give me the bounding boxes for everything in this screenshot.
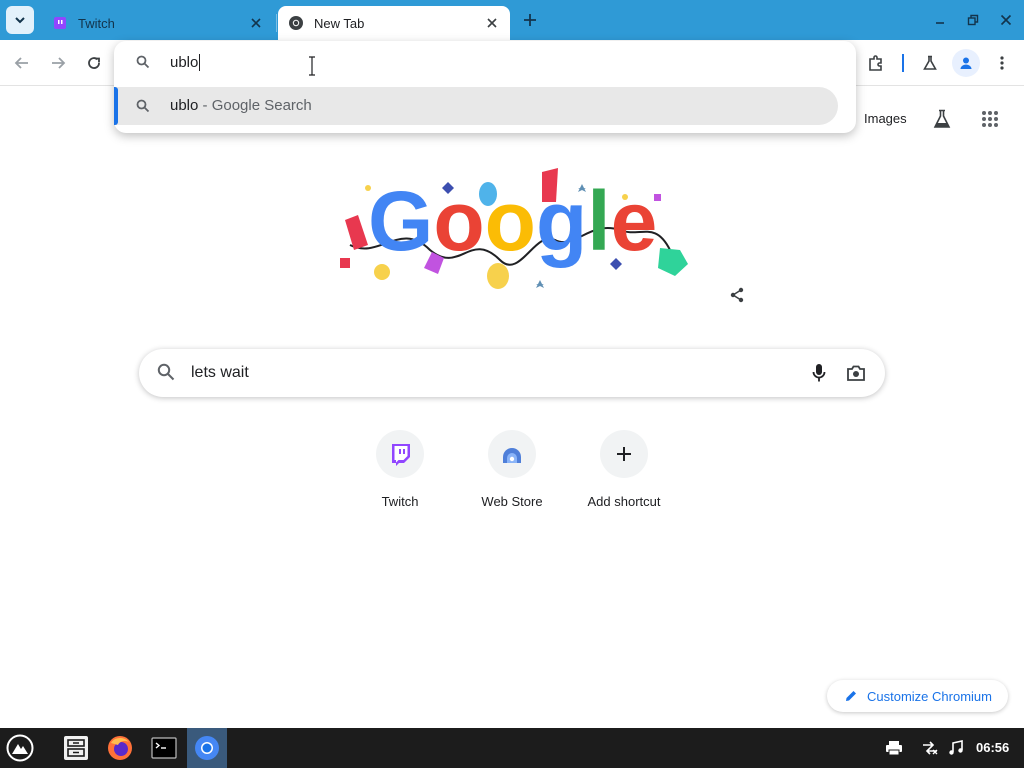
search-input[interactable]: lets wait — [191, 364, 249, 382]
customize-label: Customize Chromium — [867, 688, 992, 704]
add-shortcut-button[interactable]: Add shortcut — [568, 430, 680, 520]
text-cursor — [199, 54, 201, 71]
shortcut-label: Twitch — [381, 494, 419, 509]
launcher-icon — [6, 734, 34, 762]
ibeam-cursor-icon — [308, 56, 316, 81]
doodle-wordmark: Google — [368, 174, 657, 268]
extensions-button[interactable] — [862, 49, 890, 77]
close-icon — [1000, 14, 1012, 26]
microphone-icon — [812, 364, 826, 382]
labs-button[interactable] — [916, 49, 944, 77]
address-input[interactable]: ublo — [170, 54, 201, 71]
reload-icon — [88, 57, 100, 69]
camera-icon — [847, 365, 865, 381]
tab-strip: Twitch New Tab — [0, 0, 1024, 40]
arrow-left-icon — [14, 57, 28, 69]
printer-icon[interactable] — [884, 738, 904, 758]
tab-close-button[interactable] — [246, 13, 266, 33]
search-icon — [136, 99, 150, 118]
close-icon — [251, 18, 261, 28]
system-taskbar: 06:56 — [0, 728, 1024, 768]
taskbar-terminal[interactable] — [144, 728, 184, 768]
file-manager-icon — [64, 736, 88, 760]
forward-button[interactable] — [44, 49, 72, 77]
tab-search-button[interactable] — [6, 6, 34, 34]
minimize-button[interactable] — [928, 8, 952, 32]
tab-twitch[interactable]: Twitch — [42, 6, 274, 40]
tab-divider — [276, 14, 277, 32]
taskbar-chromium[interactable] — [187, 728, 227, 768]
terminal-icon — [151, 737, 177, 759]
new-tab-button[interactable] — [518, 8, 542, 32]
launcher-button[interactable] — [0, 728, 40, 768]
music-note-icon[interactable] — [946, 738, 966, 758]
shortcut-tile — [488, 430, 536, 478]
arrow-right-icon — [52, 57, 66, 69]
selection-indicator — [114, 87, 118, 125]
customize-chromium-button[interactable]: Customize Chromium — [827, 680, 1008, 712]
flask-icon — [933, 109, 951, 128]
voice-search-button[interactable] — [807, 361, 831, 385]
more-vert-icon — [1000, 56, 1004, 70]
restore-button[interactable] — [961, 8, 985, 32]
ntp-search-box[interactable]: lets wait — [139, 349, 885, 397]
google-apps-button[interactable] — [978, 107, 1002, 131]
doodle-art: Google — [340, 168, 688, 289]
webstore-icon — [503, 448, 521, 463]
search-labs-button[interactable] — [930, 107, 954, 131]
shortcut-label: Add shortcut — [587, 494, 661, 509]
shortcut-tile — [600, 430, 648, 478]
taskbar-file-manager[interactable] — [56, 728, 96, 768]
firefox-icon — [108, 736, 132, 760]
twitch-icon — [52, 15, 68, 31]
images-link[interactable]: Images — [864, 111, 907, 126]
chromium-icon — [195, 736, 219, 760]
google-doodle[interactable]: Google — [320, 150, 710, 310]
close-window-button[interactable] — [994, 8, 1018, 32]
image-search-button[interactable] — [844, 361, 868, 385]
chevron-down-icon — [15, 17, 25, 24]
minimize-icon — [936, 22, 944, 24]
taskbar-firefox[interactable] — [100, 728, 140, 768]
shortcut-tile — [376, 430, 424, 478]
back-button[interactable] — [8, 49, 36, 77]
chromium-icon — [288, 15, 304, 31]
apps-grid-icon — [982, 111, 998, 127]
toolbar-separator — [902, 54, 904, 72]
menu-button[interactable] — [988, 49, 1016, 77]
shortcut-label: Web Store — [481, 494, 543, 509]
tab-title: Twitch — [78, 15, 115, 31]
omnibox-suggestion[interactable]: ublo - Google Search — [114, 87, 838, 125]
pencil-icon — [843, 688, 859, 704]
share-doodle-button[interactable] — [727, 285, 747, 305]
search-icon — [136, 55, 150, 74]
twitch-icon — [392, 444, 410, 466]
search-icon — [157, 363, 175, 386]
restore-icon — [967, 14, 979, 26]
tab-new-tab[interactable]: New Tab — [278, 6, 510, 40]
plus-icon — [524, 14, 536, 26]
profile-button[interactable] — [952, 49, 980, 77]
reload-button[interactable] — [80, 49, 108, 77]
address-bar[interactable]: ublo — [114, 41, 856, 85]
shortcut-twitch[interactable]: Twitch — [344, 430, 456, 520]
plus-icon — [617, 447, 631, 461]
omnibox-popup: ublo ublo - Google Search — [114, 41, 856, 133]
tab-title: New Tab — [314, 15, 365, 31]
person-icon — [960, 57, 972, 69]
network-disconnected-icon[interactable] — [920, 738, 940, 758]
close-icon — [487, 18, 497, 28]
share-icon — [730, 287, 744, 303]
suggestion-text: ublo - Google Search — [170, 97, 312, 114]
tab-close-button[interactable] — [482, 13, 502, 33]
flask-icon — [923, 55, 937, 70]
system-clock: 06:56 — [976, 740, 1010, 755]
shortcut-web-store[interactable]: Web Store — [456, 430, 568, 520]
puzzle-icon — [869, 55, 882, 71]
